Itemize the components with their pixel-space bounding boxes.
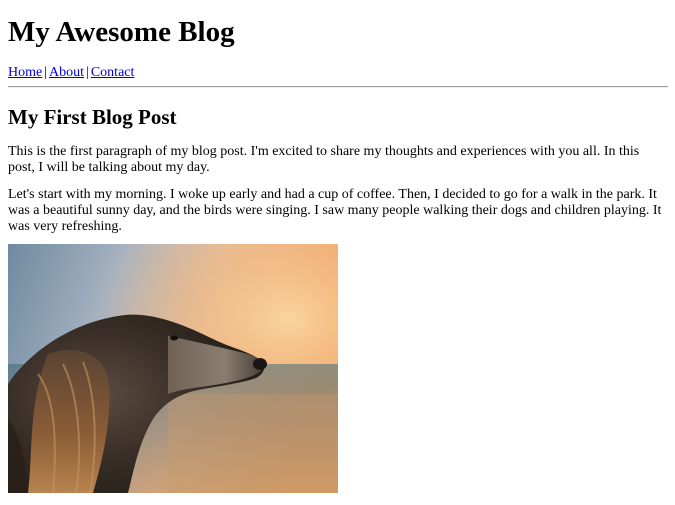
post-paragraph: Let's start with my morning. I woke up e…	[8, 187, 662, 234]
nav-separator: |	[86, 65, 89, 80]
nav-link-about[interactable]: About	[49, 65, 84, 80]
post-title: My First Blog Post	[8, 105, 177, 129]
nav-separator: |	[44, 65, 48, 80]
nav-link-contact[interactable]: Contact	[91, 65, 135, 80]
post-paragraph: This is the first paragraph of my blog p…	[8, 144, 640, 175]
site-title: My Awesome Blog	[8, 16, 235, 48]
nav-link-home[interactable]: Home	[8, 65, 42, 80]
header-divider	[8, 86, 668, 88]
dog-photo	[8, 244, 338, 493]
main-nav: Home | About | Contact	[8, 64, 134, 82]
